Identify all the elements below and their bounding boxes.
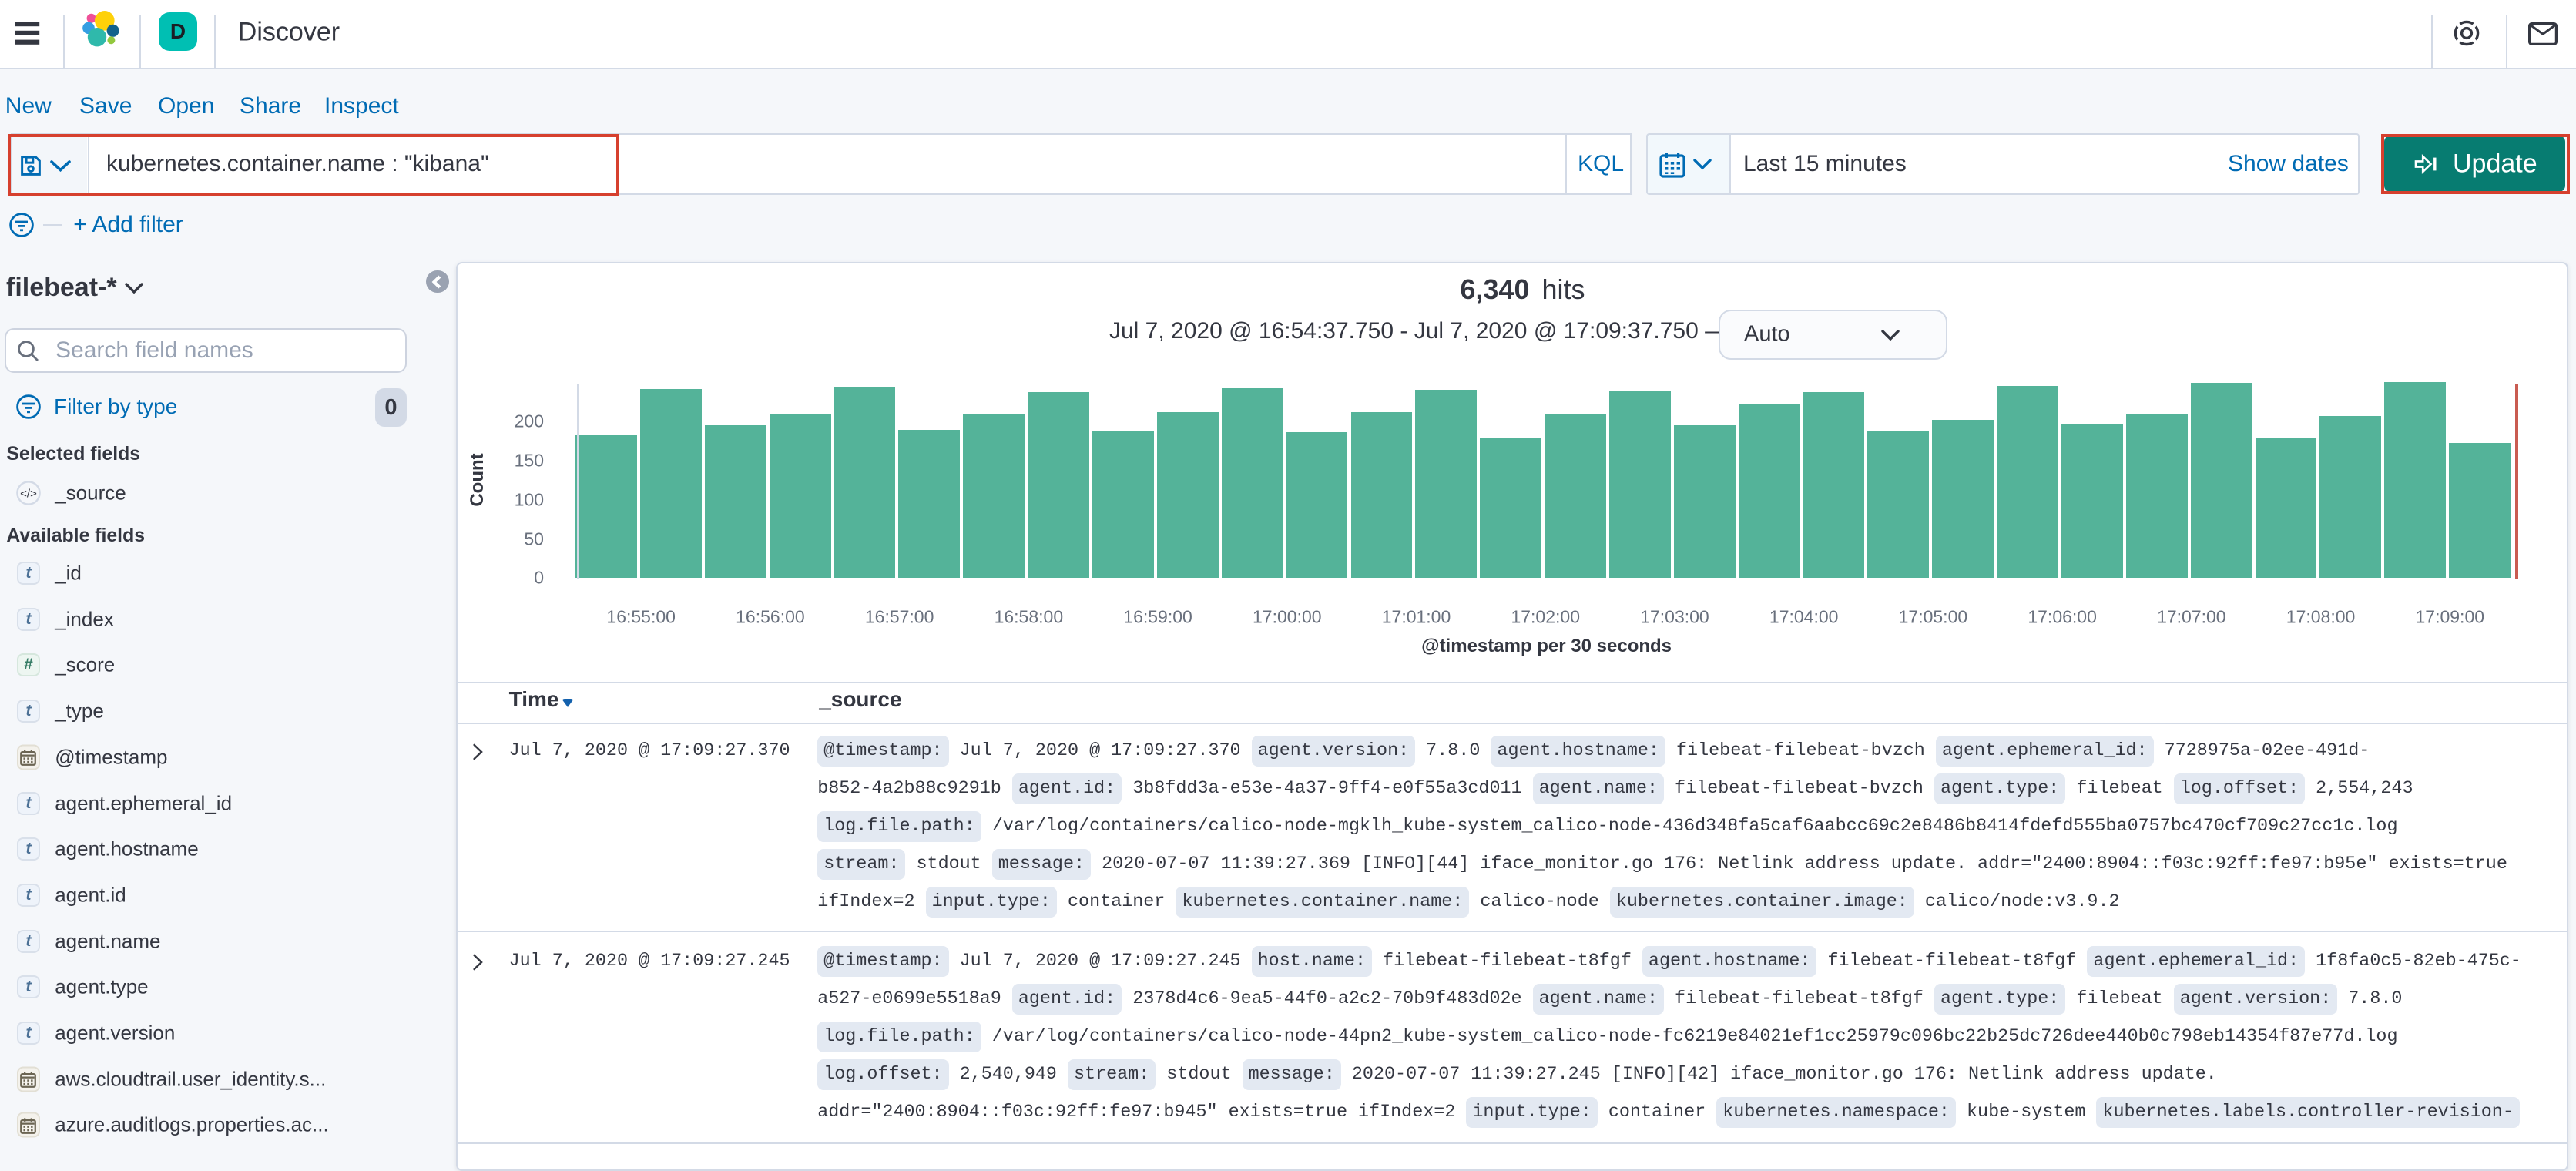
svg-text:</>: </>	[20, 488, 37, 501]
